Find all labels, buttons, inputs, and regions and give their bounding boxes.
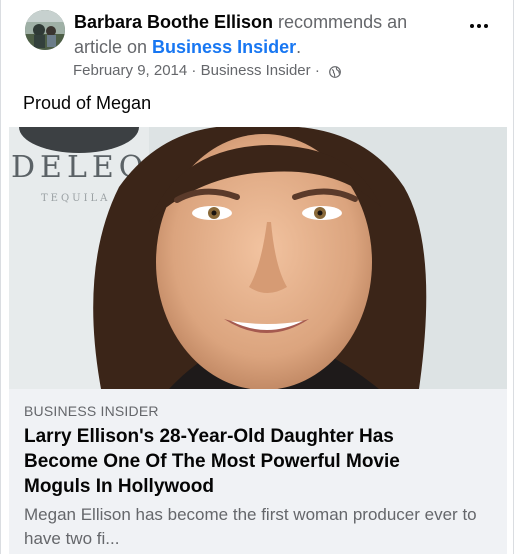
post-date[interactable]: February 9, 2014 — [73, 62, 187, 79]
author-name[interactable]: Barbara Boothe Ellison — [74, 12, 273, 32]
meta-separator: · — [310, 62, 324, 79]
link-source: BUSINESS INSIDER — [24, 403, 159, 419]
trailing-period: . — [296, 37, 302, 57]
globe-icon — [329, 65, 341, 78]
link-description: Megan Ellison has become the first woman… — [24, 505, 477, 548]
meta-separator: · — [187, 62, 201, 79]
link-preview[interactable]: BUSINESS INSIDER Larry Ellison's 28-Year… — [9, 389, 507, 554]
page-link[interactable]: Business Insider — [152, 37, 296, 57]
post-meta: February 9, 2014 · Business Insider · — [73, 62, 341, 79]
post-header: Barbara Boothe Ellison recommends an art… — [1, 0, 513, 92]
source-name[interactable]: Business Insider — [201, 62, 311, 79]
post-card: Barbara Boothe Ellison recommends an art… — [0, 0, 514, 554]
post-attribution: Barbara Boothe Ellison recommends an art… — [74, 10, 444, 60]
post-caption: Proud of Megan — [23, 93, 152, 113]
link-headline[interactable]: Larry Ellison's 28-Year-Old Daughter Has… — [24, 424, 444, 499]
photo-sign-subtext: TEQUILA — [41, 193, 110, 204]
avatar-image — [25, 10, 65, 50]
avatar[interactable] — [25, 10, 65, 50]
more-options-icon[interactable] — [467, 16, 491, 36]
link-preview-image[interactable]: DELEO TEQUILA — [9, 127, 507, 389]
